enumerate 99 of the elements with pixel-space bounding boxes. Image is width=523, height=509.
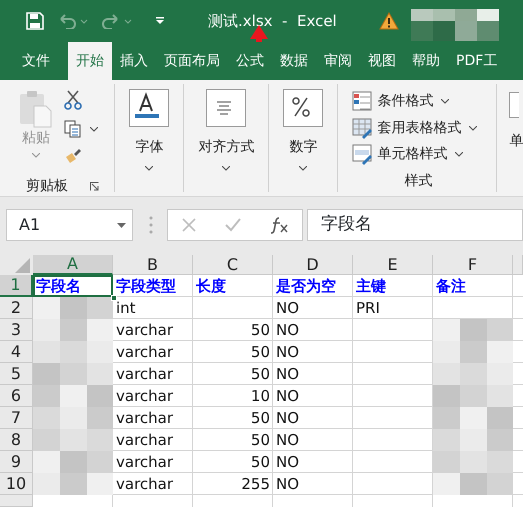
clipboard-icon	[18, 90, 54, 128]
ribbon-button-icon[interactable]	[509, 92, 520, 118]
ribbon-tab[interactable]: 页面布局	[156, 42, 228, 80]
column-header[interactable]: E	[353, 255, 433, 275]
chevron-down-icon[interactable]	[145, 166, 154, 171]
column-header[interactable]: B	[113, 255, 193, 275]
ribbon-tab[interactable]: PDF工	[448, 42, 506, 80]
table-cell-text: NO	[275, 342, 300, 363]
cell-reference: A1	[19, 214, 40, 236]
save-icon[interactable]	[26, 12, 44, 30]
table-cell-text: NO	[275, 408, 300, 429]
chevron-down-icon	[32, 153, 40, 158]
ribbon-tab[interactable]: 文件	[14, 42, 58, 80]
table-cell-text: NO	[275, 298, 300, 319]
dialog-launcher-icon[interactable]	[90, 182, 99, 191]
row-header[interactable]: 5	[0, 363, 33, 385]
name-box[interactable]: A1	[6, 209, 133, 241]
conditional-format-icon[interactable]	[352, 90, 374, 112]
chevron-down-icon[interactable]	[455, 152, 464, 158]
ribbon-tab[interactable]: 开始	[68, 42, 112, 80]
row-header[interactable]: 4	[0, 341, 33, 363]
table-cell-text: varchar	[115, 408, 174, 429]
formula-input[interactable]: 字段名	[307, 209, 523, 241]
row-header[interactable]: 8	[0, 429, 33, 451]
table-cell-text: varchar	[115, 320, 174, 341]
group-label: 剪贴板	[26, 177, 68, 196]
table-cell-text: varchar	[115, 474, 174, 495]
cell-style-icon[interactable]	[352, 144, 374, 166]
table-cell-text: NO	[275, 430, 300, 451]
formula-text: 字段名	[321, 213, 372, 236]
alignment-icon[interactable]	[206, 89, 246, 127]
group-label: 样式	[404, 172, 434, 192]
copy-icon[interactable]	[64, 120, 82, 138]
column-header[interactable]: A	[33, 255, 113, 275]
ribbon-tab[interactable]: 插入	[112, 42, 156, 80]
customize-icon[interactable]	[156, 17, 164, 25]
scissors-icon[interactable]	[64, 90, 82, 110]
table-cell-text: 长度	[195, 276, 227, 297]
ribbon-button-label: 单	[509, 132, 523, 151]
table-cell-text: PRI	[355, 298, 381, 319]
row-header[interactable]: 7	[0, 407, 33, 429]
table-cell-text: 50	[250, 430, 271, 451]
dropdown-arrow-icon[interactable]	[117, 222, 126, 228]
chevron-down-icon[interactable]	[90, 126, 98, 132]
table-cell-text: varchar	[115, 364, 174, 385]
chevron-down-icon[interactable]	[469, 126, 478, 130]
ribbon-tab[interactable]: 公式	[228, 42, 272, 80]
row-header[interactable]: 9	[0, 451, 33, 473]
ribbon-tab[interactable]: 数据	[272, 42, 316, 80]
table-cell-text: int	[115, 298, 137, 319]
insert-function-icon[interactable]	[270, 216, 288, 234]
table-cell-text: NO	[275, 452, 300, 473]
table-cell-text: varchar	[115, 342, 174, 363]
table-style-icon[interactable]	[352, 118, 374, 138]
font-icon[interactable]	[129, 89, 170, 127]
row-header[interactable]: 10	[0, 473, 33, 495]
table-cell-text: NO	[275, 320, 300, 341]
table-cell-text: NO	[275, 474, 300, 495]
ribbon-tab[interactable]: 审阅	[316, 42, 360, 80]
table-cell-text: NO	[275, 386, 300, 407]
window-title: 测试.xlsx - Excel	[208, 10, 337, 32]
grip-icon	[149, 215, 153, 235]
group-button-label: 字体	[135, 138, 164, 157]
chevron-down-icon[interactable]	[299, 166, 308, 171]
chevron-down-icon[interactable]	[441, 98, 450, 104]
percent-icon[interactable]	[283, 89, 324, 127]
annotation-arrow	[249, 25, 269, 42]
row-header[interactable]: 6	[0, 385, 33, 407]
table-cell-text: NO	[275, 364, 300, 385]
column-header[interactable]: C	[193, 255, 273, 275]
table-cell-text: 50	[250, 320, 271, 341]
paste-label: 粘贴	[22, 129, 50, 148]
paintbrush-icon[interactable]	[64, 148, 82, 164]
group-button-label: 数字	[289, 138, 318, 157]
table-cell-text: varchar	[115, 430, 174, 451]
table-cell-text: varchar	[115, 452, 174, 473]
table-cell-text: 50	[250, 408, 271, 429]
column-header[interactable]: F	[433, 255, 513, 275]
chevron-down-icon[interactable]	[222, 166, 230, 171]
table-cell-text: 主键	[355, 276, 387, 297]
table-cell-text: 备注	[434, 276, 467, 297]
table-cell-text: 50	[250, 364, 271, 385]
row-header[interactable]: 1	[0, 275, 33, 297]
column-header[interactable]: D	[273, 255, 353, 275]
table-cell-text: 字段类型	[115, 276, 177, 297]
table-cell-text: varchar	[115, 386, 174, 407]
table-cell-text: 50	[250, 342, 271, 363]
table-cell-text: 255	[240, 474, 271, 495]
ribbon-button[interactable]: 单元格样式	[377, 144, 448, 166]
table-cell-text: 10	[250, 386, 271, 407]
ribbon-tab[interactable]: 帮助	[404, 42, 448, 80]
table-cell-text: 50	[250, 452, 271, 473]
ribbon-button[interactable]: 套用表格格式	[377, 118, 462, 138]
group-button-label: 对齐方式	[198, 138, 254, 157]
table-cell-text: 是否为空	[275, 276, 337, 297]
ribbon-tab[interactable]: 视图	[360, 42, 404, 80]
row-header[interactable]: 3	[0, 319, 33, 341]
row-header[interactable]: 2	[0, 297, 33, 319]
ribbon-button[interactable]: 条件格式	[377, 90, 434, 112]
